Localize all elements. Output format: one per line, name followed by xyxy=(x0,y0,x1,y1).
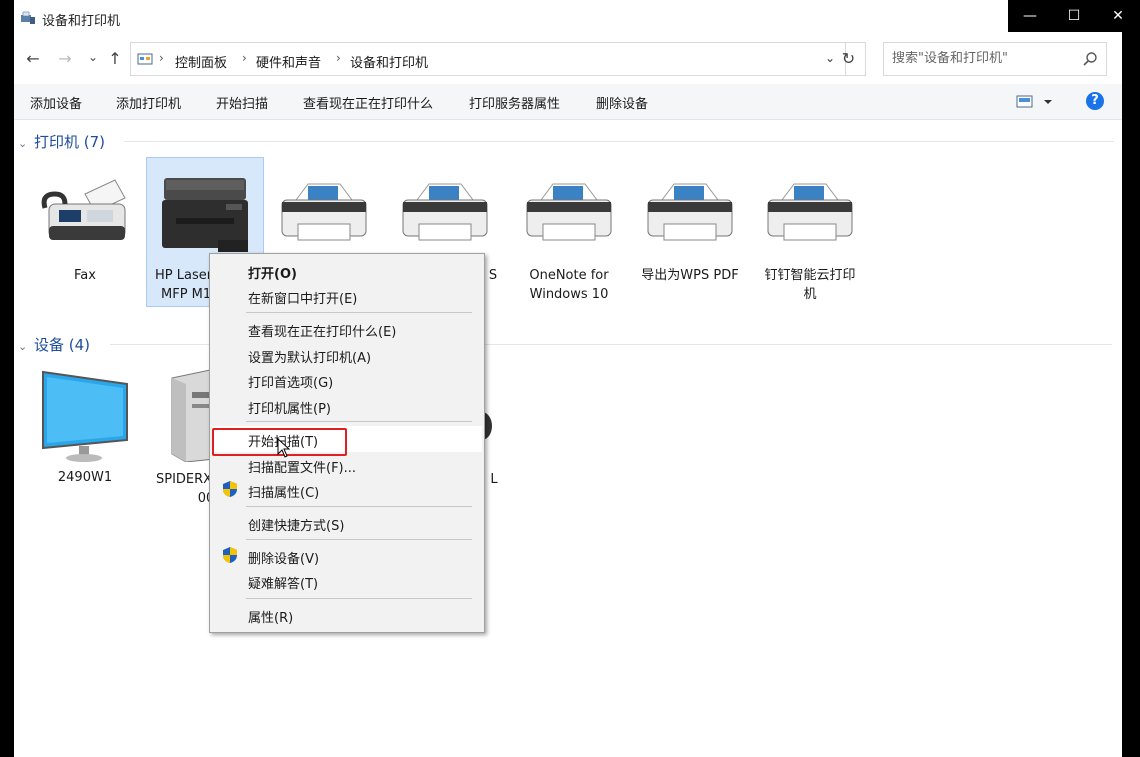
up-arrow-icon[interactable]: ↑ xyxy=(104,48,126,70)
address-bar[interactable]: › 控制面板 › 硬件和声音 › 设备和打印机 ⌄ xyxy=(130,42,846,76)
view-options-icon[interactable] xyxy=(1016,93,1056,111)
menu-item-set-default[interactable]: 设置为默认打印机(A) xyxy=(248,347,371,366)
printer-label: Fax xyxy=(74,268,96,283)
menu-item-scan-properties[interactable]: 扫描属性(C) xyxy=(248,482,319,501)
breadcrumb-separator-icon: › xyxy=(336,51,341,65)
help-icon[interactable]: ? xyxy=(1086,92,1104,110)
printers-group-header[interactable]: ⌄ 打印机 (7) xyxy=(18,131,105,152)
printer-icon xyxy=(647,183,733,241)
remove-device-button[interactable]: 删除设备 xyxy=(596,93,648,112)
breadcrumb-control-panel[interactable]: 控制面板 xyxy=(175,52,227,71)
uac-shield-icon xyxy=(223,547,237,563)
group-divider xyxy=(124,141,1114,142)
menu-separator xyxy=(246,539,472,540)
device-label: 2490W1 xyxy=(57,470,113,485)
minimize-button[interactable]: — xyxy=(1008,0,1052,32)
window-title: 设备和打印机 xyxy=(42,14,121,29)
see-whats-printing-button[interactable]: 查看现在正在打印什么 xyxy=(303,93,433,112)
devices-and-printers-window: 设备和打印机 ← → ⌄ ↑ › 控制面板 › 硬件和声音 › 设备和打印机 ⌄… xyxy=(14,0,1122,757)
recent-locations-chevron-icon[interactable]: ⌄ xyxy=(82,46,104,68)
maximize-button[interactable]: ☐ xyxy=(1052,0,1096,32)
printer-item-fax[interactable]: Fax xyxy=(29,170,141,300)
printer-label-line2: 机 xyxy=(803,287,817,302)
menu-separator xyxy=(246,506,472,507)
title-bar: 设备和打印机 xyxy=(14,0,1122,36)
devices-printers-icon xyxy=(21,11,35,24)
forward-arrow-icon[interactable]: → xyxy=(54,48,76,70)
printers-group-title: 打印机 (7) xyxy=(34,133,106,151)
fax-icon xyxy=(41,179,126,240)
back-arrow-icon[interactable]: ← xyxy=(22,48,44,70)
menu-item-scan-profiles[interactable]: 扫描配置文件(F)... xyxy=(248,457,356,476)
printer-item-wps-pdf[interactable]: 导出为WPS PDF xyxy=(634,170,746,300)
collapse-chevron-icon[interactable]: ⌄ xyxy=(18,137,30,150)
print-server-properties-button[interactable]: 打印服务器属性 xyxy=(469,93,560,112)
context-menu: 打开(O) 在新窗口中打开(E) 查看现在正在打印什么(E) 设置为默认打印机(… xyxy=(209,253,485,633)
device-item-monitor[interactable]: 2490W1 xyxy=(29,366,141,496)
breadcrumb-separator-icon: › xyxy=(242,51,247,65)
refresh-button[interactable]: ↻ xyxy=(832,42,866,76)
menu-item-create-shortcut[interactable]: 创建快捷方式(S) xyxy=(248,515,344,534)
add-printer-button[interactable]: 添加打印机 xyxy=(116,93,181,112)
devices-group-title: 设备 (4) xyxy=(34,336,91,354)
start-scan-button[interactable]: 开始扫描 xyxy=(216,93,268,112)
menu-item-printer-properties[interactable]: 打印机属性(P) xyxy=(248,398,331,417)
search-input[interactable] xyxy=(892,51,1072,66)
menu-item-remove-device[interactable]: 删除设备(V) xyxy=(248,548,319,567)
address-row: ← → ⌄ ↑ › 控制面板 › 硬件和声音 › 设备和打印机 ⌄ ↻ xyxy=(14,40,1122,80)
search-box[interactable] xyxy=(883,42,1107,76)
menu-item-open-new-window[interactable]: 在新窗口中打开(E) xyxy=(248,288,357,307)
menu-separator xyxy=(246,598,472,599)
uac-shield-icon xyxy=(223,481,237,497)
printer-icon xyxy=(402,183,488,241)
collapse-chevron-icon[interactable]: ⌄ xyxy=(18,340,30,353)
command-toolbar: 添加设备 添加打印机 开始扫描 查看现在正在打印什么 打印服务器属性 删除设备 … xyxy=(14,84,1122,120)
printer-label-line2: Windows 10 xyxy=(529,287,609,302)
breadcrumb-hardware-sound[interactable]: 硬件和声音 xyxy=(256,52,321,71)
menu-separator xyxy=(246,312,472,313)
monitor-icon xyxy=(42,370,128,462)
menu-item-troubleshoot[interactable]: 疑难解答(T) xyxy=(248,573,318,592)
control-panel-icon xyxy=(137,53,153,65)
close-button[interactable]: ✕ xyxy=(1096,0,1140,32)
mouse-cursor-icon xyxy=(277,438,291,458)
desktop-edge xyxy=(1122,32,1140,757)
breadcrumb-separator-icon: › xyxy=(159,51,164,65)
search-icon[interactable] xyxy=(1082,51,1098,67)
devices-group-header[interactable]: ⌄ 设备 (4) xyxy=(18,334,90,355)
printer-label: 导出为WPS PDF xyxy=(641,268,739,283)
menu-item-open[interactable]: 打开(O) xyxy=(248,263,297,282)
printer-label: 钉钉智能云打印 xyxy=(764,268,856,283)
add-device-button[interactable]: 添加设备 xyxy=(30,93,82,112)
window-controls: — ☐ ✕ xyxy=(1008,0,1140,32)
device-label: L xyxy=(490,472,498,487)
menu-item-see-printing[interactable]: 查看现在正在打印什么(E) xyxy=(248,321,396,340)
printer-icon xyxy=(281,183,367,241)
printer-item-dingtalk[interactable]: 钉钉智能云打印 机 xyxy=(754,170,866,302)
menu-separator xyxy=(246,421,472,422)
menu-item-printing-preferences[interactable]: 打印首选项(G) xyxy=(248,372,333,391)
breadcrumb-devices-printers[interactable]: 设备和打印机 xyxy=(350,52,428,71)
printer-item-onenote[interactable]: OneNote for Windows 10 xyxy=(513,170,625,302)
printer-icon xyxy=(526,183,612,241)
printer-label: OneNote for xyxy=(529,268,609,283)
multifunction-printer-icon xyxy=(162,178,248,252)
menu-item-properties[interactable]: 属性(R) xyxy=(248,607,293,626)
printer-icon xyxy=(767,183,853,241)
